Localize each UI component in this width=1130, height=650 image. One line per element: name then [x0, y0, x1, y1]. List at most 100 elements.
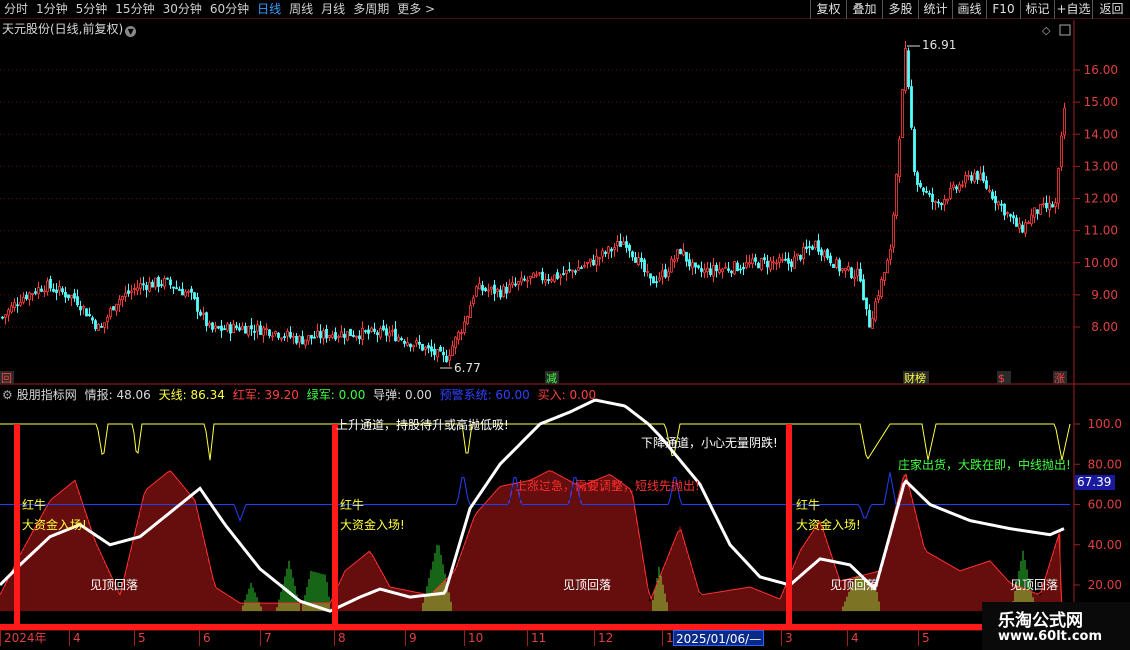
price-high-label: 16.91 — [922, 38, 956, 52]
date-tick: 9 — [405, 630, 417, 646]
candle-body — [346, 331, 349, 341]
candle-body — [496, 288, 499, 292]
candle-body — [508, 284, 511, 293]
settings-icon[interactable]: ⚙ — [2, 388, 13, 402]
candle-body — [247, 326, 250, 336]
diamond-icon[interactable]: ◇ — [1042, 24, 1051, 37]
candle-body — [124, 292, 127, 297]
candle-body — [730, 270, 733, 274]
candle-body — [484, 287, 487, 291]
candle-body — [271, 335, 274, 338]
candle-body — [334, 332, 337, 340]
big-money-label: 大资金入场! — [22, 517, 87, 532]
candle-body — [322, 330, 325, 339]
candle-body — [853, 276, 856, 280]
window-toggle-icon[interactable] — [1059, 24, 1071, 36]
candle-body — [940, 202, 943, 206]
candle-body — [424, 346, 427, 350]
candle-body — [718, 268, 721, 273]
candle-body — [205, 312, 208, 327]
candle-body — [781, 259, 784, 261]
date-axis: 2024年 4 5 6 7 8 9 10 11 12 1 2025/01/06/… — [0, 630, 982, 646]
candle-body — [850, 267, 853, 279]
candle-body — [157, 276, 160, 287]
candle-body — [148, 281, 151, 292]
red-bull-label: 红牛 — [796, 497, 820, 512]
red-bull-label: 红牛 — [22, 497, 46, 512]
candle-body — [343, 333, 346, 338]
indicator-name[interactable]: 股朋指标网 — [17, 388, 77, 402]
candle-body — [757, 262, 760, 269]
event-marker: 减 — [546, 372, 557, 385]
candle-body — [10, 305, 13, 313]
chart-canvas[interactable]: ◇ 16.00 15.00 14.00 13.00 12.00 11.00 10.00 9.0… — [0, 0, 1130, 650]
candle-body — [379, 327, 382, 338]
candle-body — [1042, 203, 1045, 206]
candle-body — [706, 267, 709, 273]
indicator-axis-label: 40.00 — [1088, 538, 1122, 552]
candle-body — [412, 344, 415, 348]
dealer-out-label: 庄家出货，大跌在即，中线抛出! — [898, 457, 1071, 472]
candle-body — [1009, 214, 1012, 217]
indicator-axis-label: 20.00 — [1088, 578, 1122, 592]
candle-body — [439, 346, 442, 352]
candle-body — [289, 332, 292, 338]
candle-body — [805, 246, 808, 250]
candle-body — [52, 288, 55, 292]
candle-body — [103, 322, 106, 328]
candle-body — [1012, 215, 1015, 219]
candle-body — [721, 268, 724, 273]
candle-body — [466, 316, 469, 325]
candle-body — [520, 277, 523, 283]
candle-body — [982, 172, 985, 182]
candle-body — [28, 292, 31, 300]
indicator-value: 红军: 39.20 — [232, 388, 299, 402]
candle-body — [703, 269, 706, 274]
candle-body — [904, 48, 907, 91]
date-tick: 4 — [69, 630, 81, 646]
indicator-axis-label: 60.00 — [1088, 498, 1122, 512]
candle-body — [154, 277, 157, 288]
candle-body — [88, 313, 91, 317]
candle-body — [388, 332, 391, 337]
candle-body — [592, 259, 595, 266]
candle-body — [895, 173, 898, 216]
candle-body — [541, 271, 544, 281]
date-tick: 6 — [199, 630, 211, 646]
candle-body — [469, 305, 472, 318]
candle-body — [535, 274, 538, 277]
candle-body — [250, 325, 253, 330]
candle-body — [928, 192, 931, 195]
candle-body — [1000, 203, 1003, 206]
candle-body — [133, 288, 136, 290]
candle-body — [181, 288, 184, 296]
event-marker: 涨 — [1054, 372, 1065, 385]
candle-body — [106, 316, 109, 322]
candle-body — [919, 182, 922, 187]
candle-body — [889, 248, 892, 260]
date-tick: 10 — [464, 630, 483, 646]
candle-body — [13, 302, 16, 309]
logo-url: www.60lt.com — [998, 629, 1103, 644]
candle-body — [745, 262, 748, 268]
candle-body — [817, 240, 820, 252]
candle-body — [493, 284, 496, 294]
candle-body — [31, 293, 34, 295]
buy-signal-bar — [786, 424, 792, 624]
date-tick: 8 — [334, 630, 346, 646]
candle-body — [193, 292, 196, 299]
candle-body — [118, 299, 121, 306]
candle-body — [694, 262, 697, 268]
candle-body — [898, 138, 901, 177]
candle-body — [58, 286, 61, 292]
date-tick: 7 — [260, 630, 272, 646]
candle-body — [598, 257, 601, 260]
price-axis-label: 14.00 — [1084, 127, 1118, 141]
candle-body — [823, 251, 826, 258]
candle-body — [295, 335, 298, 344]
candle-body — [268, 329, 271, 336]
candle-body — [169, 279, 172, 286]
candle-body — [658, 277, 661, 281]
candle-body — [457, 331, 460, 341]
candle-body — [604, 251, 607, 254]
